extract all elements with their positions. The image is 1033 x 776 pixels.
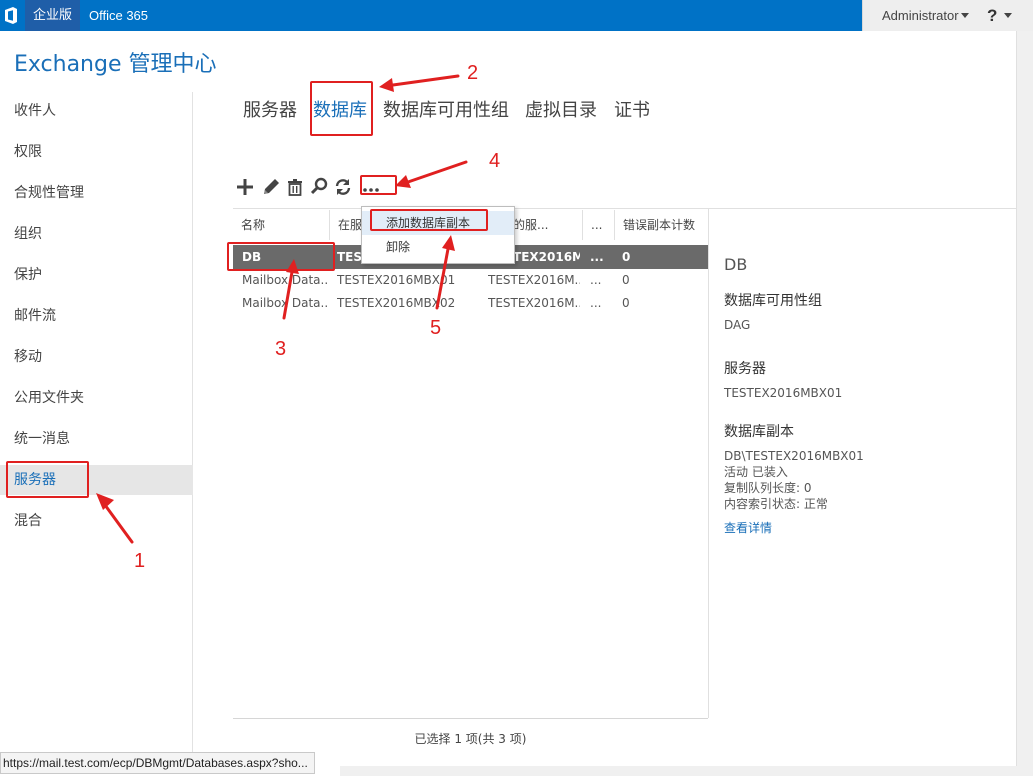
cell-copy-server: TESTEX2016M... (488, 296, 580, 310)
cell-more: ... (590, 273, 602, 287)
selection-status: 已选择 1 项(共 3 项) (414, 732, 527, 746)
cell-server: TESTEX2016MBX01 (337, 273, 456, 287)
cell-more: ... (590, 296, 602, 310)
annotation-number-4: 4 (489, 150, 501, 172)
details-server-label: 服务器 (724, 361, 766, 377)
url-tooltip: https://mail.test.com/ecp/DBMgmt/Databas… (0, 752, 315, 774)
cell-name: Mailbox Data... (242, 273, 328, 287)
office365-link[interactable]: Office 365 (89, 0, 148, 31)
cell-copy-server: TESTEX2016M... (488, 273, 580, 287)
annotation-number-2: 2 (467, 62, 479, 84)
cell-more: ... (590, 250, 604, 264)
annotation-box-4 (360, 175, 397, 195)
header-divider (233, 208, 1033, 209)
column-header-error-count[interactable]: 错误副本计数 (614, 210, 708, 240)
edit-icon[interactable] (260, 176, 282, 198)
sidebar-item-organization[interactable]: 组织 (0, 219, 193, 249)
help-button[interactable]: ? (987, 0, 997, 31)
details-copy-status: 活动 已装入 (724, 465, 788, 479)
chevron-down-icon[interactable] (961, 13, 969, 18)
sidebar-item-recipients[interactable]: 收件人 (0, 96, 193, 126)
user-area: Administrator ? (862, 0, 1033, 31)
annotation-box-2 (310, 81, 373, 136)
sidebar-item-unified-messaging[interactable]: 统一消息 (0, 424, 193, 454)
sidebar-item-mobile[interactable]: 移动 (0, 342, 193, 372)
details-copy-queue: 复制队列长度: 0 (724, 481, 812, 495)
annotation-box-3 (227, 242, 335, 271)
annotation-number-1: 1 (134, 550, 146, 572)
cell-errors: 0 (622, 296, 630, 310)
annotation-box-1 (6, 461, 89, 498)
sidebar-nav: 收件人 权限 合规性管理 组织 保护 邮件流 移动 公用文件夹 统一消息 服务器… (0, 92, 193, 752)
cell-errors: 0 (622, 273, 630, 287)
details-dag-value: DAG (724, 318, 751, 332)
cell-server: TESTEX2016MBX02 (337, 296, 456, 310)
tab-servers[interactable]: 服务器 (243, 99, 297, 123)
sidebar-item-mail-flow[interactable]: 邮件流 (0, 301, 193, 331)
sidebar-item-permissions[interactable]: 权限 (0, 137, 193, 167)
details-title: DB (724, 255, 748, 274)
column-header-more[interactable]: ... (582, 210, 614, 240)
sidebar-item-hybrid[interactable]: 混合 (0, 506, 193, 536)
refresh-icon[interactable] (332, 176, 354, 198)
edition-button[interactable]: 企业版 (25, 0, 81, 31)
tab-certificates[interactable]: 证书 (614, 99, 650, 123)
search-icon[interactable] (308, 176, 330, 198)
horizontal-scrollbar[interactable] (340, 766, 1033, 776)
top-bar: 企业版 Office 365 Administrator ? (0, 0, 1033, 31)
details-copy-name: DB\TESTEX2016MBX01 (724, 449, 864, 463)
view-details-link[interactable]: 查看详情 (724, 519, 772, 536)
delete-icon[interactable] (284, 176, 306, 198)
cell-name: Mailbox Data... (242, 296, 328, 310)
details-copy-index: 内容索引状态: 正常 (724, 497, 828, 511)
table-row[interactable]: Mailbox Data... TESTEX2016MBX02 TESTEX20… (233, 291, 708, 315)
annotation-box-5 (370, 209, 488, 231)
details-copies-label: 数据库副本 (724, 424, 794, 440)
sidebar-item-public-folders[interactable]: 公用文件夹 (0, 383, 193, 413)
tab-virtual-directories[interactable]: 虚拟目录 (525, 99, 597, 123)
column-header-name[interactable]: 名称 (233, 210, 329, 240)
vertical-scrollbar[interactable] (1016, 31, 1033, 776)
details-server-value: TESTEX2016MBX01 (724, 386, 843, 400)
menu-item-dismount[interactable]: 卸除 (362, 235, 514, 259)
annotation-number-5: 5 (430, 317, 442, 339)
cell-errors: 0 (622, 250, 631, 264)
annotation-number-3: 3 (275, 338, 287, 360)
user-menu-button[interactable]: Administrator (882, 0, 959, 31)
details-dag-label: 数据库可用性组 (724, 293, 822, 309)
sidebar-item-compliance[interactable]: 合规性管理 (0, 178, 193, 208)
sidebar-item-protection[interactable]: 保护 (0, 260, 193, 290)
status-divider (233, 718, 708, 719)
tab-dag[interactable]: 数据库可用性组 (383, 99, 509, 123)
chevron-down-icon[interactable] (1004, 13, 1012, 18)
details-divider (708, 208, 709, 718)
add-icon[interactable] (234, 176, 256, 198)
office-logo-icon[interactable] (4, 7, 18, 24)
page-title: Exchange 管理中心 (14, 52, 217, 77)
table-row[interactable]: Mailbox Data... TESTEX2016MBX01 TESTEX20… (233, 268, 708, 292)
